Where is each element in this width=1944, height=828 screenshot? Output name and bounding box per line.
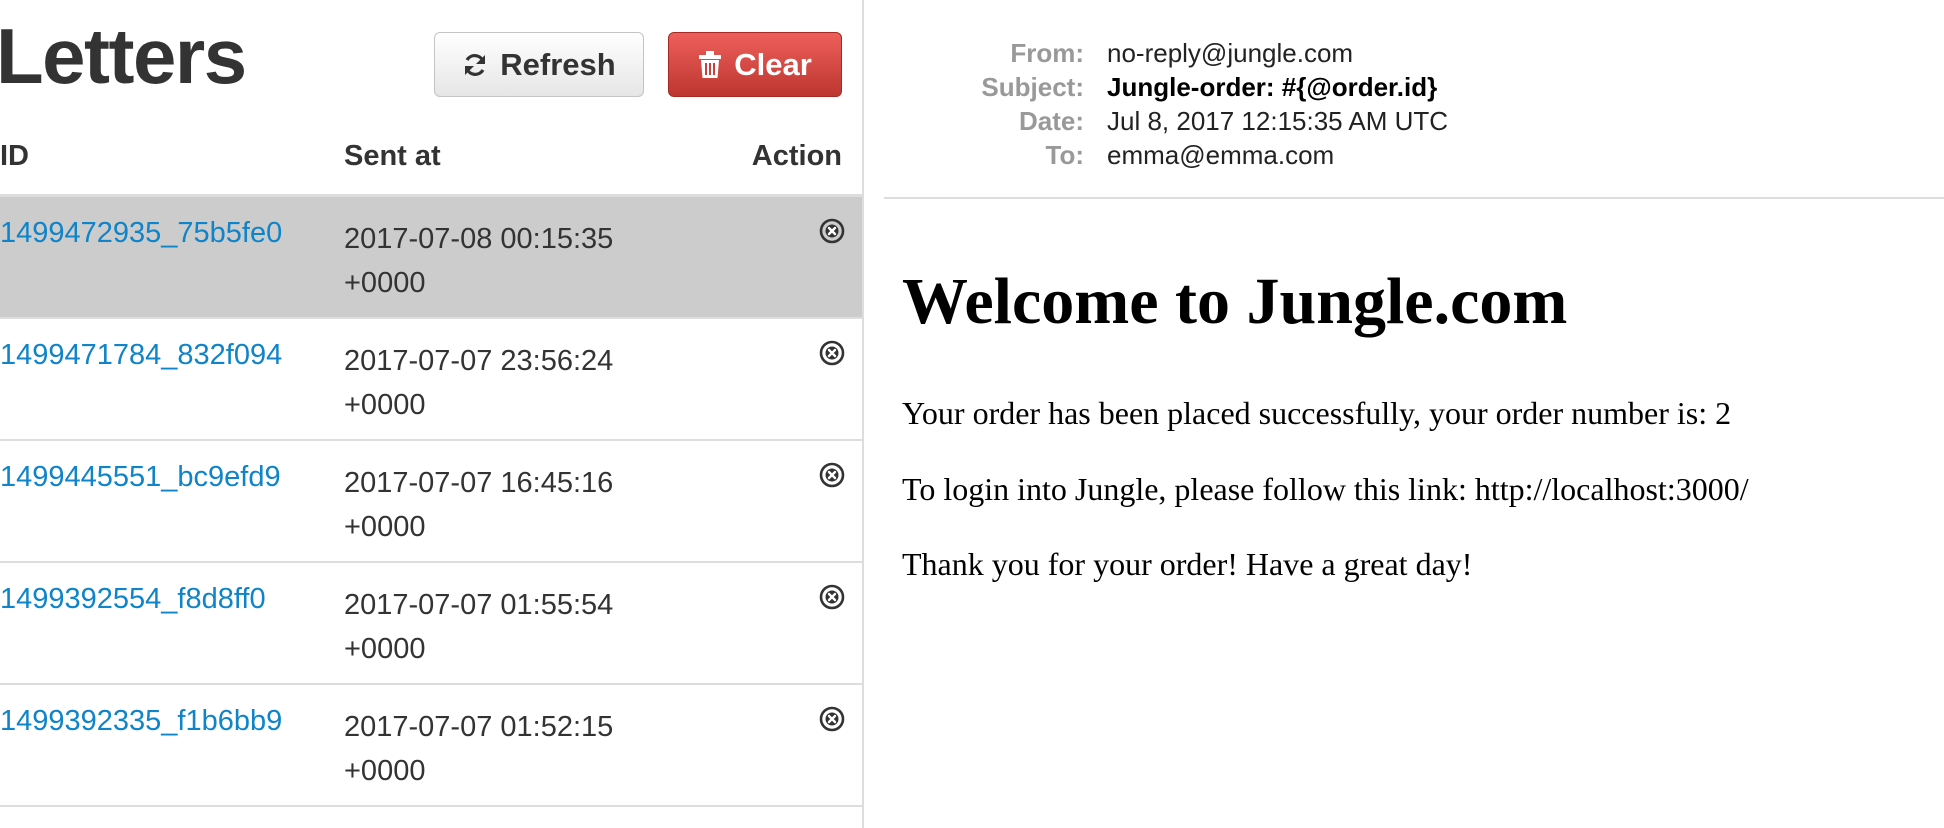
refresh-label: Refresh — [500, 46, 616, 82]
sent-at-timezone: +0000 — [344, 633, 426, 665]
from-value: no-reply@jungle.com — [1107, 38, 1354, 68]
letter-id-link[interactable]: 1499471784_832f094 — [0, 339, 282, 372]
letter-preview: From: no-reply@jungle.com Subject: Jungl… — [884, 0, 1944, 828]
email-paragraph: Thank you for your order! Have a great d… — [902, 546, 1473, 582]
remove-circle-icon[interactable] — [818, 461, 846, 489]
sent-at-date: 2017-07-07 16:45:16 — [344, 467, 614, 499]
date-value: Jul 8, 2017 12:15:35 AM UTC — [1107, 106, 1449, 136]
sent-at-date: 2017-07-07 01:55:54 — [344, 589, 614, 621]
letters-panel: Letters Refresh Clear ID Sent at Action … — [0, 0, 864, 828]
remove-circle-icon[interactable] — [818, 217, 846, 245]
to-value: emma@emma.com — [1107, 140, 1335, 170]
sent-at-date: 2017-07-07 01:52:15 — [344, 711, 614, 743]
letters-table-body: 1499472935_75b5fe0 2017-07-08 00:15:35 +00… — [0, 197, 862, 807]
subject-label: Subject: — [981, 72, 1084, 102]
sent-at-date: 2017-07-08 00:15:35 — [344, 223, 614, 255]
table-row[interactable]: 1499471784_832f094 2017-07-07 23:56:24 +00… — [0, 319, 862, 441]
subject-value: Jungle-order: #{@order.id} — [1107, 72, 1438, 102]
sent-at-cell: 2017-07-07 01:52:15 +0000 — [344, 705, 613, 793]
email-paragraph: Your order has been placed successfully,… — [902, 395, 1732, 431]
sent-at-timezone: +0000 — [344, 755, 426, 787]
email-paragraph: To login into Jungle, please follow this… — [902, 471, 1749, 507]
email-heading: Welcome to Jungle.com — [902, 265, 1568, 338]
table-row[interactable]: 1499392335_f1b6bb9 2017-07-07 01:52:15 +00… — [0, 685, 862, 807]
refresh-button[interactable]: Refresh — [434, 32, 644, 97]
column-header-sent-at: Sent at — [344, 140, 441, 172]
remove-circle-icon[interactable] — [818, 583, 846, 611]
sent-at-timezone: +0000 — [344, 511, 426, 543]
letter-id-link[interactable]: 1499392335_f1b6bb9 — [0, 705, 282, 738]
sent-at-timezone: +0000 — [344, 389, 426, 421]
refresh-icon — [462, 52, 488, 78]
sent-at-cell: 2017-07-07 23:56:24 +0000 — [344, 339, 613, 427]
table-row[interactable]: 1499445551_bc9efd9 2017-07-07 16:45:16 +00… — [0, 441, 862, 563]
sent-at-cell: 2017-07-07 01:55:54 +0000 — [344, 583, 613, 671]
letter-id-link[interactable]: 1499472935_75b5fe0 — [0, 217, 282, 250]
date-label: Date: — [1018, 106, 1084, 136]
letter-id-link[interactable]: 1499445551_bc9efd9 — [0, 461, 281, 494]
headers-divider — [884, 197, 1944, 199]
table-row[interactable]: 1499392554_f8d8ff0 2017-07-07 01:55:54 +00… — [0, 563, 862, 685]
sent-at-cell: 2017-07-07 16:45:16 +0000 — [344, 461, 613, 549]
page-title: Letters — [0, 12, 247, 100]
clear-label: Clear — [734, 46, 812, 82]
from-label: From: — [1010, 38, 1084, 68]
column-header-action: Action — [751, 140, 842, 172]
table-row[interactable]: 1499472935_75b5fe0 2017-07-08 00:15:35 +00… — [0, 197, 862, 319]
sent-at-date: 2017-07-07 23:56:24 — [344, 345, 614, 377]
sent-at-cell: 2017-07-08 00:15:35 +0000 — [344, 217, 613, 305]
to-label: To: — [1045, 140, 1085, 170]
letter-id-link[interactable]: 1499392554_f8d8ff0 — [0, 583, 266, 616]
clear-button[interactable]: Clear — [668, 32, 842, 97]
sent-at-timezone: +0000 — [344, 267, 426, 299]
trash-icon — [698, 50, 722, 79]
remove-circle-icon[interactable] — [818, 705, 846, 733]
remove-circle-icon[interactable] — [818, 339, 846, 367]
column-header-id: ID — [0, 140, 29, 172]
